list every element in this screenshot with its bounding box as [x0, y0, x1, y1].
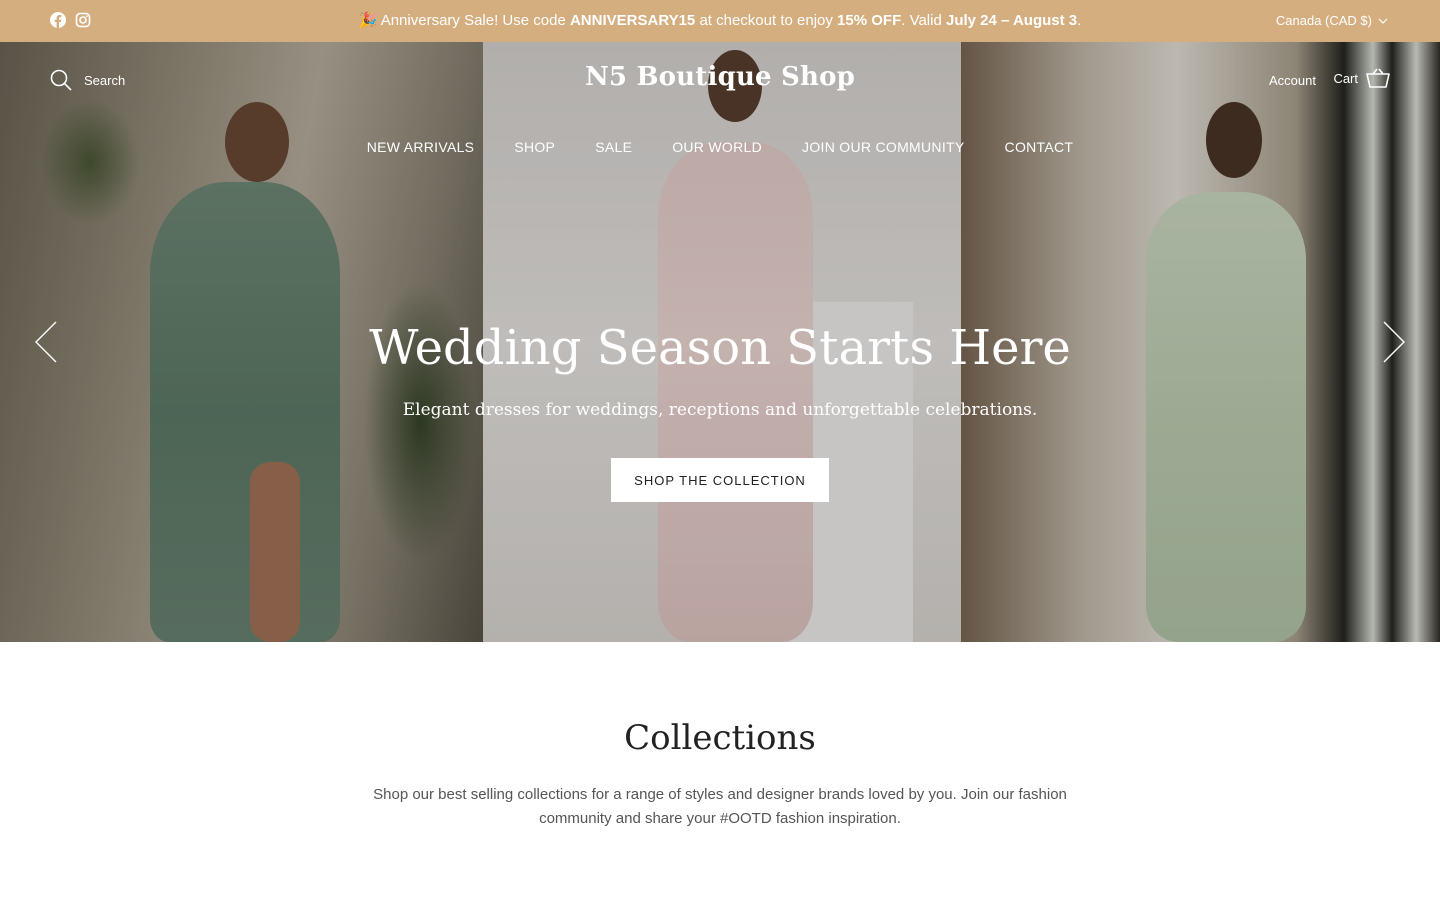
collections-description: Shop our best selling collections for a … — [373, 786, 1067, 827]
nav-item-shop[interactable]: SHOP — [514, 139, 555, 155]
nav-item-our-world[interactable]: OUR WORLD — [672, 139, 762, 155]
site-logo[interactable]: N5 Boutique Shop — [0, 62, 1440, 92]
nav-item-join-our-community[interactable]: JOIN OUR COMMUNITY — [802, 139, 965, 155]
announcement-bar: 🎉 Anniversary Sale! Use code ANNIVERSARY… — [0, 0, 1440, 42]
nav-item-contact[interactable]: CONTACT — [1005, 139, 1074, 155]
hero-subtitle: Elegant dresses for weddings, receptions… — [402, 400, 1038, 420]
nav-item-new-arrivals[interactable]: NEW ARRIVALS — [367, 139, 475, 155]
account-link[interactable]: Account — [1269, 73, 1316, 88]
main-navigation: NEW ARRIVALS SHOP SALE OUR WORLD JOIN OU… — [0, 139, 1440, 155]
collections-heading: Collections — [624, 718, 816, 758]
nav-item-sale[interactable]: SALE — [595, 139, 632, 155]
chevron-down-icon — [1378, 18, 1388, 24]
shop-collection-button[interactable]: SHOP THE COLLECTION — [611, 458, 829, 502]
announcement-text: at checkout to enjoy — [695, 12, 838, 29]
valid-dates: July 24 – August 3 — [945, 12, 1078, 29]
announcement-text: . Valid — [901, 12, 946, 29]
currency-label: Canada (CAD $) — [1275, 13, 1372, 28]
currency-selector[interactable]: Canada (CAD $) — [1276, 13, 1388, 29]
discount-amount: 15% OFF — [837, 12, 902, 29]
announcement-message: 🎉 Anniversary Sale! Use code ANNIVERSARY… — [0, 12, 1440, 30]
cart-button[interactable]: Cart — [1333, 68, 1390, 88]
announcement-text: . — [1077, 12, 1082, 29]
basket-icon — [1366, 68, 1390, 88]
hero-title: Wedding Season Starts Here — [369, 320, 1071, 376]
promo-code: ANNIVERSARY15 — [569, 12, 696, 29]
announcement-text: 🎉 Anniversary Sale! Use code — [358, 12, 570, 29]
cart-label: Cart — [1333, 70, 1358, 86]
